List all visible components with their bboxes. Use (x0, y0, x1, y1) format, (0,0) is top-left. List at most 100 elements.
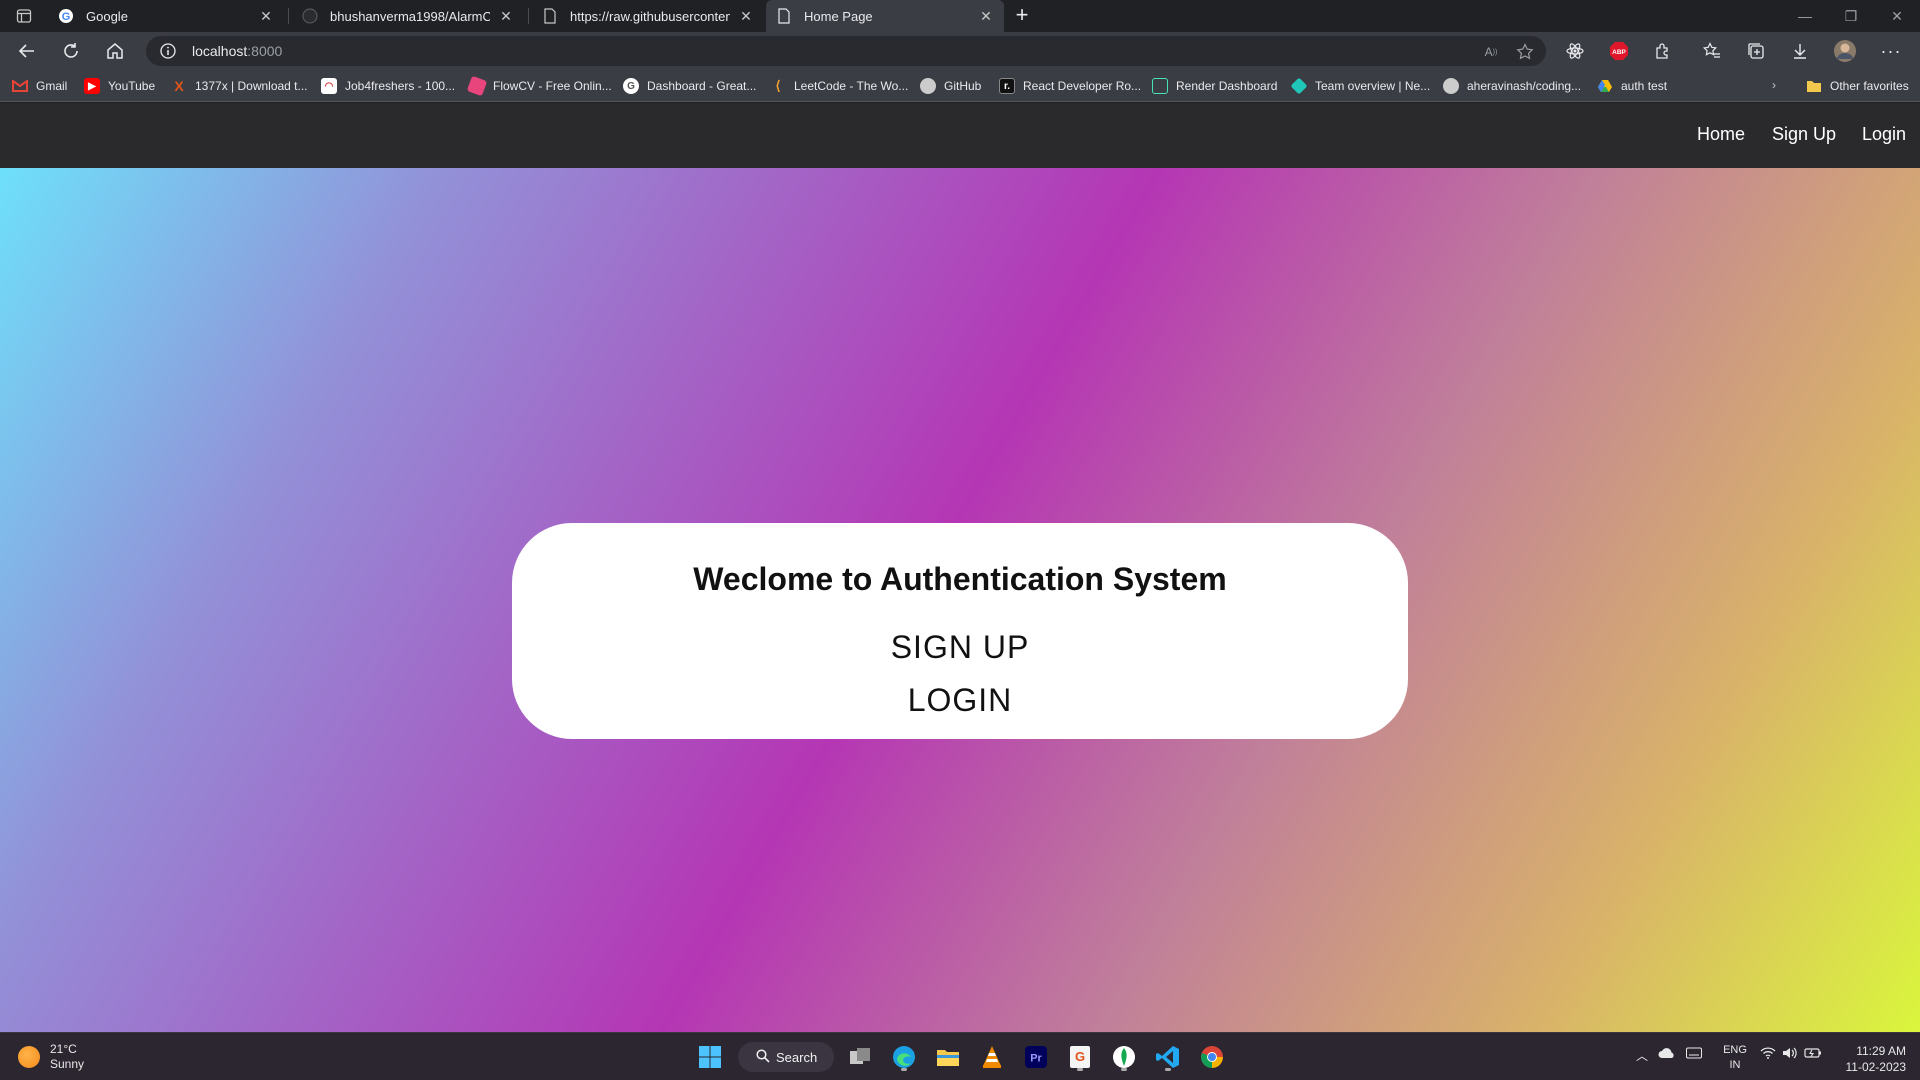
bookmark-react-roadmap[interactable]: r. React Developer Ro... (999, 78, 1141, 94)
bookmark-render-dashboard[interactable]: Render Dashboard (1152, 78, 1277, 94)
bookmarks-overflow-chevron-icon[interactable]: › (1772, 78, 1776, 92)
bookmark-aheravinash-coding[interactable]: aheravinash/coding... (1443, 78, 1581, 94)
browser-tab-strip: G Google ✕ bhushanverma1998/AlarmClock ✕… (0, 0, 1920, 32)
back-icon[interactable] (14, 38, 40, 64)
wifi-icon[interactable] (1760, 1047, 1776, 1062)
collections-icon[interactable] (1743, 38, 1769, 64)
tab-title: Home Page (804, 8, 873, 24)
home-icon[interactable] (102, 38, 128, 64)
sun-icon (18, 1046, 40, 1068)
tab-google[interactable]: G Google ✕ (48, 0, 284, 32)
browser-toolbar: localhost:8000 A)) ABP ··· (0, 32, 1920, 70)
chrome-icon[interactable] (1196, 1041, 1228, 1073)
language-indicator[interactable]: ENG IN (1720, 1043, 1750, 1073)
read-aloud-icon[interactable]: A)) (1482, 43, 1500, 61)
folder-icon (1806, 78, 1822, 94)
github-icon (1443, 78, 1459, 94)
extensions-icon[interactable] (1650, 38, 1676, 64)
other-favorites[interactable]: Other favorites (1806, 78, 1909, 94)
bookmark-auth-test[interactable]: auth test (1597, 78, 1667, 94)
file-explorer-icon[interactable] (932, 1041, 964, 1073)
welcome-card: Weclome to Authentication System SIGN UP… (512, 523, 1408, 739)
tab-title: Google (86, 8, 128, 24)
nav-signup-link[interactable]: Sign Up (1772, 124, 1836, 145)
restore-icon[interactable]: ❐ (1828, 0, 1874, 32)
github-icon (302, 8, 318, 24)
tab-close-icon[interactable]: ✕ (978, 8, 994, 24)
more-options-icon[interactable]: ··· (1878, 38, 1904, 64)
close-window-icon[interactable]: ✕ (1874, 0, 1920, 32)
battery-icon[interactable] (1804, 1047, 1822, 1062)
search-label: Search (776, 1049, 818, 1065)
url-host: localhost (192, 43, 248, 59)
bookmark-flowcv[interactable]: FlowCV - Free Onlin... (466, 75, 612, 97)
onedrive-cloud-icon[interactable] (1658, 1047, 1676, 1062)
bookmark-gmail[interactable]: Gmail (12, 78, 67, 94)
tab-close-icon[interactable]: ✕ (738, 8, 754, 24)
bookmark-1377x[interactable]: X 1377x | Download t... (171, 78, 307, 94)
flowcv-icon (466, 75, 488, 97)
tab-close-icon[interactable]: ✕ (258, 8, 274, 24)
gradient-background: Weclome to Authentication System SIGN UP… (0, 168, 1920, 1032)
weather-widget[interactable]: 21°C Sunny (18, 1042, 84, 1072)
profile-avatar[interactable] (1832, 38, 1858, 64)
bookmark-label: Render Dashboard (1176, 79, 1278, 93)
login-link[interactable]: LOGIN (512, 682, 1408, 719)
adblock-icon[interactable]: ABP (1606, 38, 1632, 64)
downloads-icon[interactable] (1787, 38, 1813, 64)
site-info-icon[interactable] (160, 43, 176, 59)
weather-condition: Sunny (50, 1057, 85, 1071)
drive-icon (1597, 78, 1613, 94)
tab-github-alarmclock[interactable]: bhushanverma1998/AlarmClock ✕ (292, 0, 524, 32)
site-navbar: Home Sign Up Login (0, 103, 1920, 168)
running-indicator (1077, 1068, 1083, 1071)
weather-temp: 21°C (50, 1042, 77, 1056)
bookmark-job4freshers[interactable]: ◠ Job4freshers - 100... (321, 78, 455, 94)
bookmark-youtube[interactable]: ▶ YouTube (84, 78, 155, 94)
bookmark-label: Job4freshers - 100... (345, 79, 456, 93)
tab-raw-githubusercontent[interactable]: https://raw.githubusercontent.co ✕ (532, 0, 764, 32)
bookmark-dashboard-great[interactable]: G Dashboard - Great... (623, 78, 756, 94)
x-icon: X (174, 78, 184, 94)
favorites-icon[interactable] (1699, 38, 1725, 64)
bookmarks-bar: Gmail ▶ YouTube X 1377x | Download t... … (0, 70, 1920, 102)
welcome-title: Weclome to Authentication System (693, 561, 1227, 597)
bookmark-label: Team overview | Ne... (1315, 79, 1431, 93)
bookmark-netlify-team[interactable]: Team overview | Ne... (1290, 77, 1431, 95)
nav-login-link[interactable]: Login (1862, 124, 1906, 145)
tab-divider (288, 8, 289, 24)
task-view-icon[interactable] (844, 1041, 876, 1073)
region-code: IN (1729, 1059, 1741, 1071)
tab-actions-icon[interactable] (14, 6, 34, 26)
notepad-app-icon[interactable]: G (1064, 1041, 1096, 1073)
address-bar[interactable]: localhost:8000 A)) (146, 36, 1546, 66)
nav-home-link[interactable]: Home (1697, 124, 1745, 145)
minimize-icon[interactable]: — (1782, 0, 1828, 32)
refresh-icon[interactable] (58, 38, 84, 64)
tab-home-page[interactable]: Home Page ✕ (766, 0, 1004, 32)
bookmark-github[interactable]: GitHub (920, 78, 981, 94)
system-clock[interactable]: 11:29 AM 11-02-2023 (1836, 1043, 1907, 1075)
volume-icon[interactable] (1782, 1047, 1798, 1062)
show-hidden-icons-chevron-icon[interactable]: ︿ (1636, 1047, 1648, 1064)
bookmark-label: Gmail (36, 79, 68, 93)
edge-browser-icon[interactable] (888, 1041, 920, 1073)
vscode-icon[interactable] (1152, 1041, 1184, 1073)
tab-close-icon[interactable]: ✕ (498, 8, 514, 24)
netlify-icon (1290, 77, 1308, 95)
signup-link[interactable]: SIGN UP (512, 629, 1408, 666)
taskbar-search[interactable]: Search (738, 1042, 834, 1072)
windows-taskbar: 21°C Sunny Search Pr G ︿ ENG IN 11:29 AM… (0, 1032, 1920, 1080)
bookmark-label: Dashboard - Great... (647, 79, 757, 93)
new-tab-icon[interactable]: + (1010, 4, 1034, 28)
bookmark-leetcode[interactable]: ⟨ LeetCode - The Wo... (770, 78, 908, 94)
mongodb-compass-icon[interactable] (1108, 1041, 1140, 1073)
premiere-pro-icon[interactable]: Pr (1020, 1041, 1052, 1073)
keyboard-icon[interactable] (1686, 1047, 1702, 1062)
vlc-icon[interactable] (976, 1041, 1008, 1073)
add-favorite-icon[interactable] (1516, 43, 1534, 61)
start-button[interactable] (694, 1041, 726, 1073)
url-text[interactable]: localhost:8000 (192, 43, 282, 59)
web-page-viewport: Home Sign Up Login Weclome to Authentica… (0, 103, 1920, 1032)
extension-atom-icon[interactable] (1562, 38, 1588, 64)
